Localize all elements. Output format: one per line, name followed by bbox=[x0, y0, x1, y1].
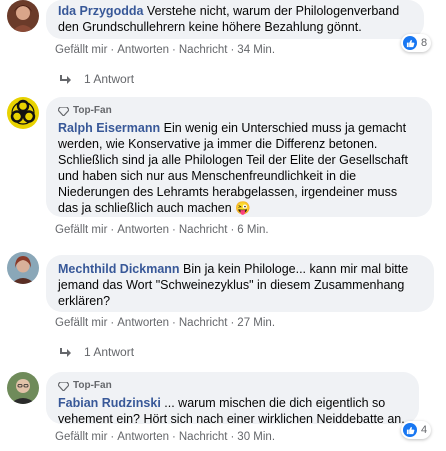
timestamp[interactable]: 6 Min. bbox=[237, 224, 268, 236]
comment-bubble: Top-Fan Ralph Eisermann Ein wenig ein Un… bbox=[46, 97, 432, 217]
comment-text: Ein wenig ein Unterschied muss ja gemach… bbox=[58, 121, 408, 215]
timestamp[interactable]: 34 Min. bbox=[237, 44, 275, 56]
reply-link[interactable]: Antworten bbox=[117, 431, 169, 443]
top-fan-badge: Top-Fan bbox=[58, 378, 407, 394]
reply-link[interactable]: Antworten bbox=[117, 44, 169, 56]
like-link[interactable]: Gefällt mir bbox=[55, 224, 107, 236]
reply-arrow-icon bbox=[60, 75, 71, 84]
reaction-count[interactable]: 8 bbox=[401, 34, 432, 52]
author-name[interactable]: Ida Przygodda bbox=[58, 4, 143, 18]
timestamp[interactable]: 27 Min. bbox=[237, 317, 275, 329]
thumbs-up-icon bbox=[403, 36, 417, 50]
view-replies[interactable]: 1 Antwort bbox=[60, 72, 134, 86]
author-name[interactable]: Fabian Rudzinski bbox=[58, 396, 161, 410]
message-link[interactable]: Nachricht bbox=[179, 44, 228, 56]
comment-actions: Gefällt mir · Antworten · Nachricht · 34 Min. bbox=[55, 44, 276, 56]
avatar[interactable] bbox=[7, 0, 39, 32]
avatar[interactable] bbox=[7, 97, 39, 129]
author-name[interactable]: Mechthild Dickmann bbox=[58, 262, 180, 276]
reaction-count[interactable]: 4 bbox=[401, 421, 432, 439]
avatar[interactable] bbox=[7, 252, 39, 284]
like-link[interactable]: Gefällt mir bbox=[55, 431, 107, 443]
comment-actions: Gefällt mir · Antworten · Nachricht · 30 Min. bbox=[55, 431, 276, 443]
comment-bubble: Ida Przygodda Verstehe nicht, warum der … bbox=[46, 0, 424, 39]
comment-actions: Gefällt mir · Antworten · Nachricht · 6 Min. bbox=[55, 224, 269, 236]
timestamp[interactable]: 30 Min. bbox=[237, 431, 275, 443]
reply-link[interactable]: Antworten bbox=[117, 224, 169, 236]
diamond-icon bbox=[58, 106, 69, 116]
like-link[interactable]: Gefällt mir bbox=[55, 317, 107, 329]
like-link[interactable]: Gefällt mir bbox=[55, 44, 107, 56]
reply-link[interactable]: Antworten bbox=[117, 317, 169, 329]
reply-arrow-icon bbox=[60, 348, 71, 357]
comment-actions: Gefällt mir · Antworten · Nachricht · 27 Min. bbox=[55, 317, 276, 329]
message-link[interactable]: Nachricht bbox=[179, 317, 228, 329]
diamond-icon bbox=[58, 381, 69, 391]
message-link[interactable]: Nachricht bbox=[179, 224, 228, 236]
comment-bubble: Top-Fan Fabian Rudzinski ... warum misch… bbox=[46, 372, 419, 426]
top-fan-badge: Top-Fan bbox=[58, 103, 420, 119]
thumbs-up-icon bbox=[403, 423, 417, 437]
author-name[interactable]: Ralph Eisermann bbox=[58, 121, 160, 135]
avatar[interactable] bbox=[7, 372, 39, 404]
message-link[interactable]: Nachricht bbox=[179, 431, 228, 443]
view-replies[interactable]: 1 Antwort bbox=[60, 345, 134, 359]
comment-bubble: Mechthild Dickmann Bin ja kein Philologe… bbox=[46, 255, 434, 312]
